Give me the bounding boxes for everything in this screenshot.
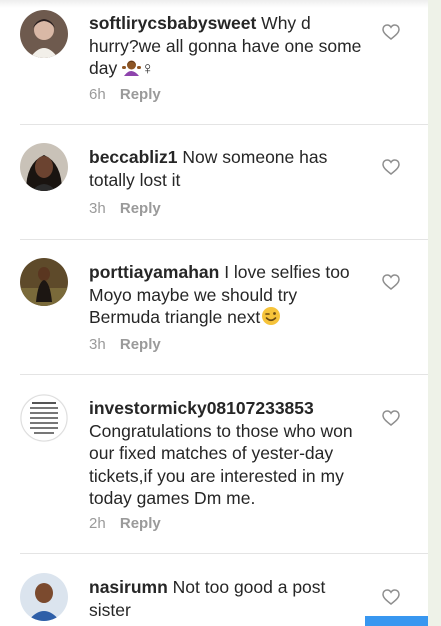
comment-username[interactable]: porttiayamahan [89, 262, 219, 282]
comment-text: softlirycsbabysweet Why d hurry?we all g… [89, 12, 365, 80]
avatar[interactable] [20, 143, 68, 191]
side-strip [428, 0, 441, 626]
top-shadow [0, 0, 428, 8]
comment-time: 2h [89, 515, 106, 532]
heart-outline-icon[interactable] [382, 159, 400, 175]
heart-outline-icon[interactable] [382, 410, 400, 426]
post-button-edge[interactable] [365, 616, 428, 626]
heart-outline-icon[interactable] [382, 24, 400, 40]
divider [20, 553, 428, 554]
avatar[interactable] [20, 573, 68, 621]
comment-meta: 2h Reply [89, 515, 161, 532]
comment-text: porttiayamahan I love selfies too Moyo m… [89, 261, 365, 329]
comment-username[interactable]: softlirycsbabysweet [89, 13, 256, 33]
comment-meta: 6h Reply [89, 86, 161, 103]
reply-button[interactable]: Reply [120, 86, 161, 103]
comments-panel: softlirycsbabysweet Why d hurry?we all g… [0, 0, 428, 626]
comment-text: nasirumn Not too good a post sister [89, 576, 365, 621]
winking-face-emoji [262, 307, 281, 325]
person-shrugging-emoji [122, 60, 142, 76]
reply-button[interactable]: Reply [120, 336, 161, 353]
avatar[interactable] [20, 10, 68, 58]
comment-username[interactable]: nasirumn [89, 577, 168, 597]
comment-text: beccabliz1 Now someone has totally lost … [89, 146, 365, 191]
divider [20, 124, 428, 125]
comment-time: 6h [89, 86, 106, 103]
divider [20, 239, 428, 240]
comment-body-suffix: ♀ [141, 58, 155, 78]
reply-button[interactable]: Reply [120, 515, 161, 532]
heart-outline-icon[interactable] [382, 589, 400, 605]
comment-time: 3h [89, 200, 106, 217]
heart-outline-icon[interactable] [382, 274, 400, 290]
comment-time: 3h [89, 336, 106, 353]
reply-button[interactable]: Reply [120, 200, 161, 217]
comment-username[interactable]: beccabliz1 [89, 147, 178, 167]
avatar[interactable] [20, 394, 68, 442]
comment-body: Congratulations to those who won our fix… [89, 420, 353, 509]
comment-meta: 3h Reply [89, 336, 161, 353]
comment-meta: 3h Reply [89, 200, 161, 217]
divider [20, 374, 428, 375]
comment-username[interactable]: investormicky08107233853 [89, 398, 314, 418]
comment-text: investormicky08107233853 Congratulations… [89, 397, 365, 510]
avatar[interactable] [20, 258, 68, 306]
